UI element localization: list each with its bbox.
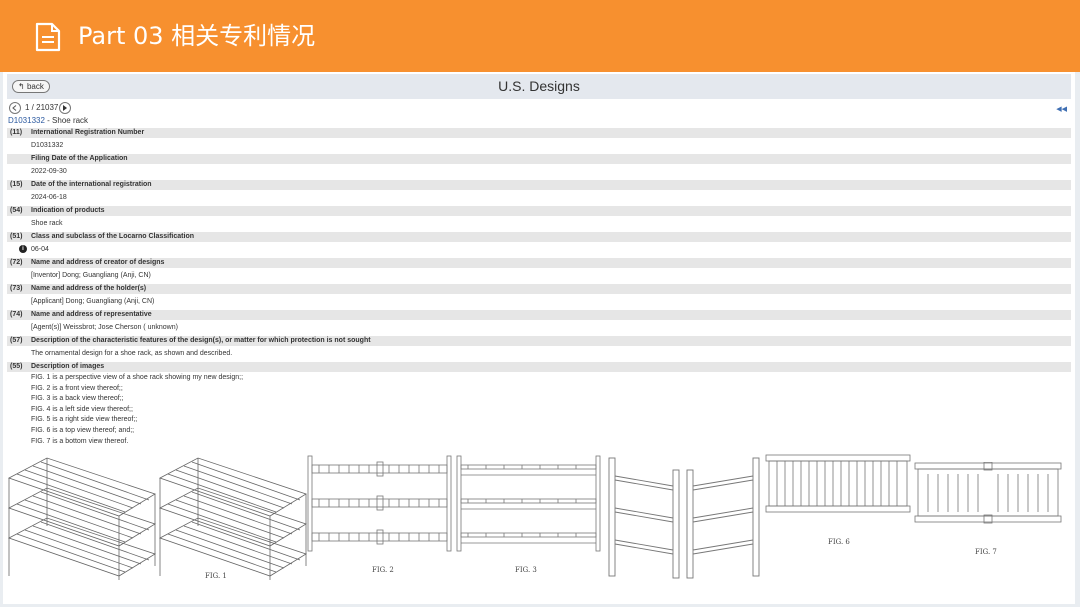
- slide-title: Part 03 相关专利情况: [78, 22, 316, 50]
- field-value-row: [Inventor] Dong; Guangliang (Anji, CN): [7, 268, 1071, 284]
- browser-panel: ↰ back U.S. Designs 1 / 21037 ◀◀ D103133…: [3, 72, 1075, 604]
- next-page-button[interactable]: [59, 102, 71, 114]
- field-code: (54): [10, 207, 23, 214]
- image-description-line: FIG. 4 is a left side view thereof;;: [31, 406, 133, 413]
- image-description-line: FIG. 3 is a back view thereof;;: [31, 395, 124, 402]
- image-description-line: FIG. 1 is a perspective view of a shoe r…: [31, 374, 244, 381]
- field-value: 2022-09-30: [31, 168, 67, 175]
- field-label: International Registration Number: [31, 129, 145, 136]
- figure-3-label: FIG. 3: [515, 566, 537, 574]
- field-header: (74) Name and address of representative: [7, 310, 1071, 320]
- field-value: 06-04: [31, 246, 49, 253]
- figure-5-drawing[interactable]: [685, 456, 763, 580]
- field-value-row: i 06-04: [7, 242, 1071, 258]
- record-title: D1031332 - Shoe rack: [8, 115, 88, 126]
- top-bar: ↰ back U.S. Designs: [7, 74, 1071, 99]
- figure-1-drawing[interactable]: [7, 456, 157, 581]
- figure-1b-drawing[interactable]: [158, 456, 308, 581]
- field-label: Filing Date of the Application: [31, 155, 128, 162]
- field-value: D1031332: [31, 142, 64, 149]
- image-description-line: FIG. 6 is a top view thereof; and;;: [31, 427, 135, 434]
- field-value-row: [Applicant] Dong; Guangliang (Anji, CN): [7, 294, 1071, 310]
- field-value-row: D1031332: [7, 138, 1071, 154]
- arrow-left-icon: [12, 105, 17, 111]
- field-value: [Applicant] Dong; Guangliang (Anji, CN): [31, 298, 155, 305]
- image-descriptions: FIG. 1 is a perspective view of a shoe r…: [7, 372, 1071, 446]
- field-value: The ornamental design for a shoe rack, a…: [31, 350, 233, 357]
- field-value: 2024-06-18: [31, 194, 67, 201]
- bibliographic-fields: (11) International Registration Number D…: [7, 128, 1071, 446]
- image-description-line: FIG. 5 is a right side view thereof;;: [31, 416, 138, 423]
- page-heading: U.S. Designs: [498, 78, 580, 94]
- field-value-row: The ornamental design for a shoe rack, a…: [7, 346, 1071, 362]
- field-code: (74): [10, 311, 23, 318]
- field-label: Indication of products: [31, 207, 105, 214]
- field-header: (54) Indication of products: [7, 206, 1071, 216]
- field-code: (55): [10, 363, 23, 370]
- figure-7-drawing[interactable]: [914, 462, 1062, 524]
- field-label: Description of the characteristic featur…: [31, 337, 371, 344]
- field-value-row: Shoe rack: [7, 216, 1071, 232]
- field-code: (11): [10, 129, 23, 136]
- field-header: (57) Description of the characteristic f…: [7, 336, 1071, 346]
- field-label: Name and address of creator of designs: [31, 259, 165, 266]
- field-label: Class and subclass of the Locarno Classi…: [31, 233, 194, 240]
- figure-2-label: FIG. 2: [372, 566, 394, 574]
- field-header: (73) Name and address of the holder(s): [7, 284, 1071, 294]
- arrow-right-icon: [63, 105, 67, 111]
- pager-count: 1 / 21037: [25, 103, 59, 112]
- figure-6-drawing[interactable]: [765, 454, 911, 516]
- field-header: (15) Date of the international registrat…: [7, 180, 1071, 190]
- field-label: Name and address of representative: [31, 311, 152, 318]
- field-value: Shoe rack: [31, 220, 63, 227]
- field-label: Name and address of the holder(s): [31, 285, 147, 292]
- field-value: [Agent(s)] Weissbrot; Jose Cherson ( unk…: [31, 324, 178, 331]
- field-code: (15): [10, 181, 23, 188]
- field-label: Description of images: [31, 363, 105, 370]
- expand-collapse-icon[interactable]: ◀◀: [1056, 105, 1067, 113]
- field-code: (57): [10, 337, 23, 344]
- field-header: Filing Date of the Application: [7, 154, 1071, 164]
- figure-3-drawing[interactable]: [456, 455, 602, 553]
- patent-drawings: FIG. 1 FIG. 2 FIG. 3 FIG. 6 FIG. 7: [3, 452, 1075, 604]
- image-description-line: FIG. 2 is a front view thereof;;: [31, 385, 123, 392]
- field-label: Date of the international registration: [31, 181, 152, 188]
- field-header: (51) Class and subclass of the Locarno C…: [7, 232, 1071, 242]
- image-description-line: FIG. 7 is a bottom view thereof.: [31, 438, 129, 445]
- field-value: [Inventor] Dong; Guangliang (Anji, CN): [31, 272, 151, 279]
- field-code: (72): [10, 259, 23, 266]
- record-id-link[interactable]: D1031332: [8, 116, 45, 125]
- document-icon: [35, 22, 61, 52]
- field-code: (51): [10, 233, 23, 240]
- field-header: (55) Description of images: [7, 362, 1071, 372]
- field-code: (73): [10, 285, 23, 292]
- figure-4-drawing[interactable]: [607, 456, 685, 580]
- field-header: (11) International Registration Number: [7, 128, 1071, 138]
- figure-2-drawing[interactable]: [307, 455, 453, 553]
- field-value-row: 2022-09-30: [7, 164, 1071, 180]
- figure-7-label: FIG. 7: [975, 548, 997, 556]
- field-value-row: 2024-06-18: [7, 190, 1071, 206]
- field-header: (72) Name and address of creator of desi…: [7, 258, 1071, 268]
- field-value-row: [Agent(s)] Weissbrot; Jose Cherson ( unk…: [7, 320, 1071, 336]
- figure-6-label: FIG. 6: [828, 538, 850, 546]
- info-icon[interactable]: i: [19, 245, 27, 253]
- record-name: - Shoe rack: [44, 116, 89, 125]
- slide-header: Part 03 相关专利情况: [0, 0, 1080, 72]
- previous-page-button[interactable]: [9, 102, 21, 114]
